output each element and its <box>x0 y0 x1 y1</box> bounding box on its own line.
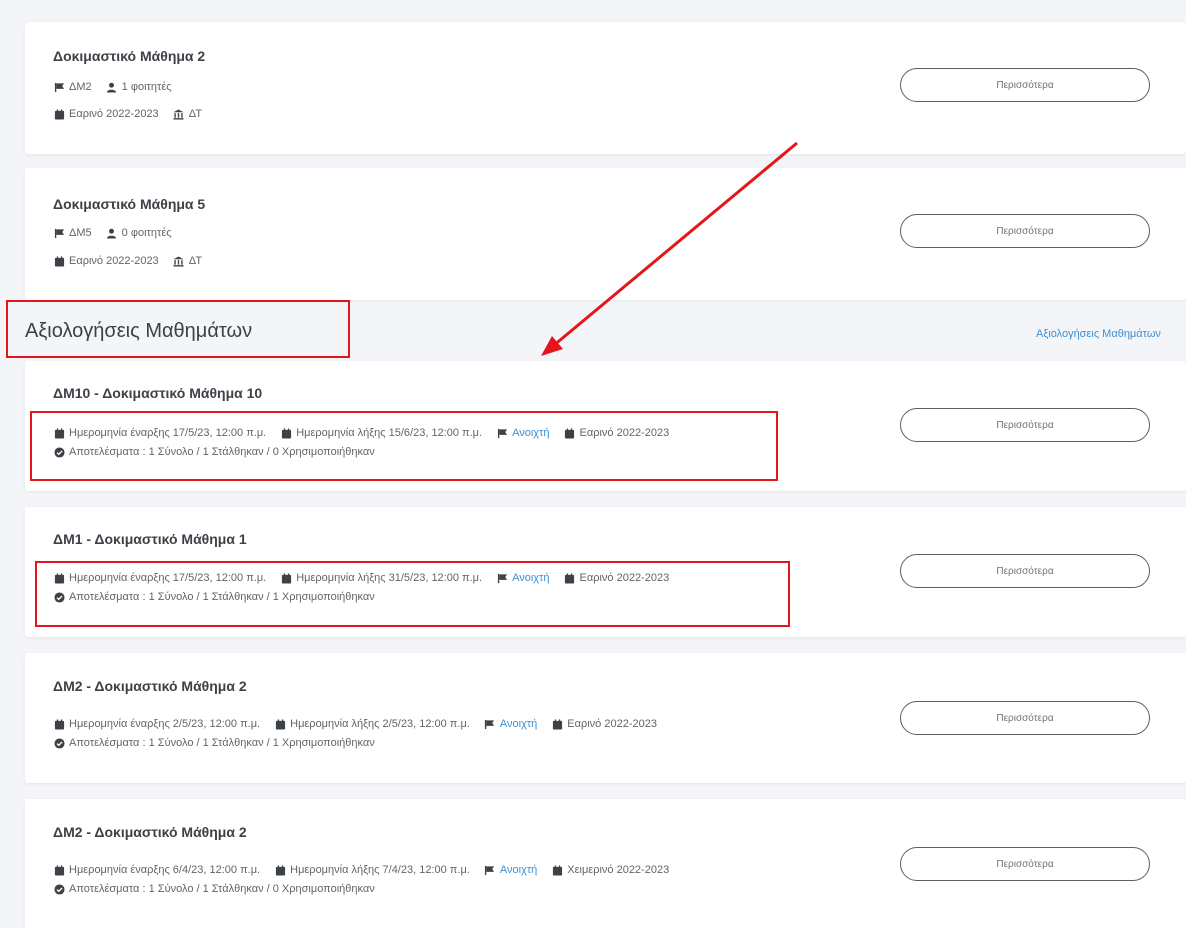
more-button[interactable]: Περισσότερα <box>900 68 1150 102</box>
course-card: Δοκιμαστικό Μάθημα 5 ΔΜ5 0 φοιτητές Εαρι… <box>25 168 1186 300</box>
annotation-box-section-title <box>6 300 350 358</box>
calendar-icon <box>551 718 563 730</box>
evaluation-start: Ημερομηνία έναρξης 2/5/23, 12:00 π.μ. <box>69 718 261 730</box>
flag-icon <box>53 227 65 239</box>
course-title: Δοκιμαστικό Μάθημα 2 <box>53 48 206 64</box>
more-button[interactable]: Περισσότερα <box>900 701 1150 735</box>
calendar-icon <box>53 108 65 120</box>
course-code: ΔΜ2 <box>69 81 92 93</box>
calendar-icon <box>274 718 286 730</box>
evaluation-card: ΔΜ2 - Δοκιμαστικό Μάθημα 2 Ημερομηνία έν… <box>25 799 1186 928</box>
calendar-icon <box>274 864 286 876</box>
evaluation-title: ΔΜ1 - Δοκιμαστικό Μάθημα 1 <box>53 531 247 547</box>
annotation-box-evaluation-dates <box>35 561 790 627</box>
user-icon <box>106 227 118 239</box>
evaluation-title: ΔΜ2 - Δοκιμαστικό Μάθημα 2 <box>53 678 247 694</box>
more-button[interactable]: Περισσότερα <box>900 554 1150 588</box>
flag-icon <box>53 81 65 93</box>
course-meta-row: Εαρινό 2022-2023 ΔΤ <box>53 108 216 120</box>
course-students: 1 φοιτητές <box>121 81 172 93</box>
evaluation-results: Αποτελέσματα : 1 Σύνολο / 1 Στάλθηκαν / … <box>69 883 375 895</box>
flag-icon <box>484 718 496 730</box>
more-button[interactable]: Περισσότερα <box>900 408 1150 442</box>
more-button[interactable]: Περισσότερα <box>900 847 1150 881</box>
course-code: ΔΜ5 <box>69 227 92 239</box>
course-semester: Εαρινό 2022-2023 <box>69 108 159 120</box>
evaluation-end: Ημερομηνία λήξης 2/5/23, 12:00 π.μ. <box>290 718 470 730</box>
course-students: 0 φοιτητές <box>121 227 172 239</box>
course-meta-row: Εαρινό 2022-2023 ΔΤ <box>53 255 216 267</box>
evaluation-semester: Εαρινό 2022-2023 <box>567 718 657 730</box>
user-icon <box>106 81 118 93</box>
evaluation-end: Ημερομηνία λήξης 7/4/23, 12:00 π.μ. <box>290 864 470 876</box>
course-department: ΔΤ <box>188 108 203 120</box>
more-button[interactable]: Περισσότερα <box>900 214 1150 248</box>
calendar-icon <box>53 255 65 267</box>
calendar-icon <box>53 864 65 876</box>
flag-icon <box>484 864 496 876</box>
calendar-icon <box>551 864 563 876</box>
evaluation-status[interactable]: Ανοιχτή <box>500 718 537 730</box>
evaluations-link[interactable]: Αξιολογήσεις Μαθημάτων <box>1036 328 1161 340</box>
course-title: Δοκιμαστικό Μάθημα 5 <box>53 196 206 212</box>
evaluation-results-row: Αποτελέσματα : 1 Σύνολο / 1 Στάλθηκαν / … <box>53 883 389 895</box>
evaluation-meta-row: Ημερομηνία έναρξης 6/4/23, 12:00 π.μ. Ημ… <box>53 864 683 876</box>
evaluation-meta-row: Ημερομηνία έναρξης 2/5/23, 12:00 π.μ. Ημ… <box>53 718 671 730</box>
evaluation-card: ΔΜ2 - Δοκιμαστικό Μάθημα 2 Ημερομηνία έν… <box>25 653 1186 783</box>
course-meta-row: ΔΜ2 1 φοιτητές <box>53 81 186 93</box>
institution-icon <box>173 255 185 267</box>
course-card: Δοκιμαστικό Μάθημα 2 ΔΜ2 1 φοιτητές Εαρι… <box>25 22 1186 154</box>
check-circle-icon <box>53 737 65 749</box>
evaluation-results: Αποτελέσματα : 1 Σύνολο / 1 Στάλθηκαν / … <box>69 737 375 749</box>
evaluation-results-row: Αποτελέσματα : 1 Σύνολο / 1 Στάλθηκαν / … <box>53 737 389 749</box>
evaluation-status[interactable]: Ανοιχτή <box>500 864 537 876</box>
evaluation-title: ΔΜ2 - Δοκιμαστικό Μάθημα 2 <box>53 824 247 840</box>
institution-icon <box>173 108 185 120</box>
evaluation-semester: Χειμερινό 2022-2023 <box>567 864 670 876</box>
course-meta-row: ΔΜ5 0 φοιτητές <box>53 227 186 239</box>
evaluation-title: ΔΜ10 - Δοκιμαστικό Μάθημα 10 <box>53 385 263 401</box>
annotation-box-evaluation-dates <box>30 411 778 481</box>
course-semester: Εαρινό 2022-2023 <box>69 255 159 267</box>
check-circle-icon <box>53 883 65 895</box>
course-department: ΔΤ <box>188 255 203 267</box>
evaluation-start: Ημερομηνία έναρξης 6/4/23, 12:00 π.μ. <box>69 864 261 876</box>
calendar-icon <box>53 718 65 730</box>
